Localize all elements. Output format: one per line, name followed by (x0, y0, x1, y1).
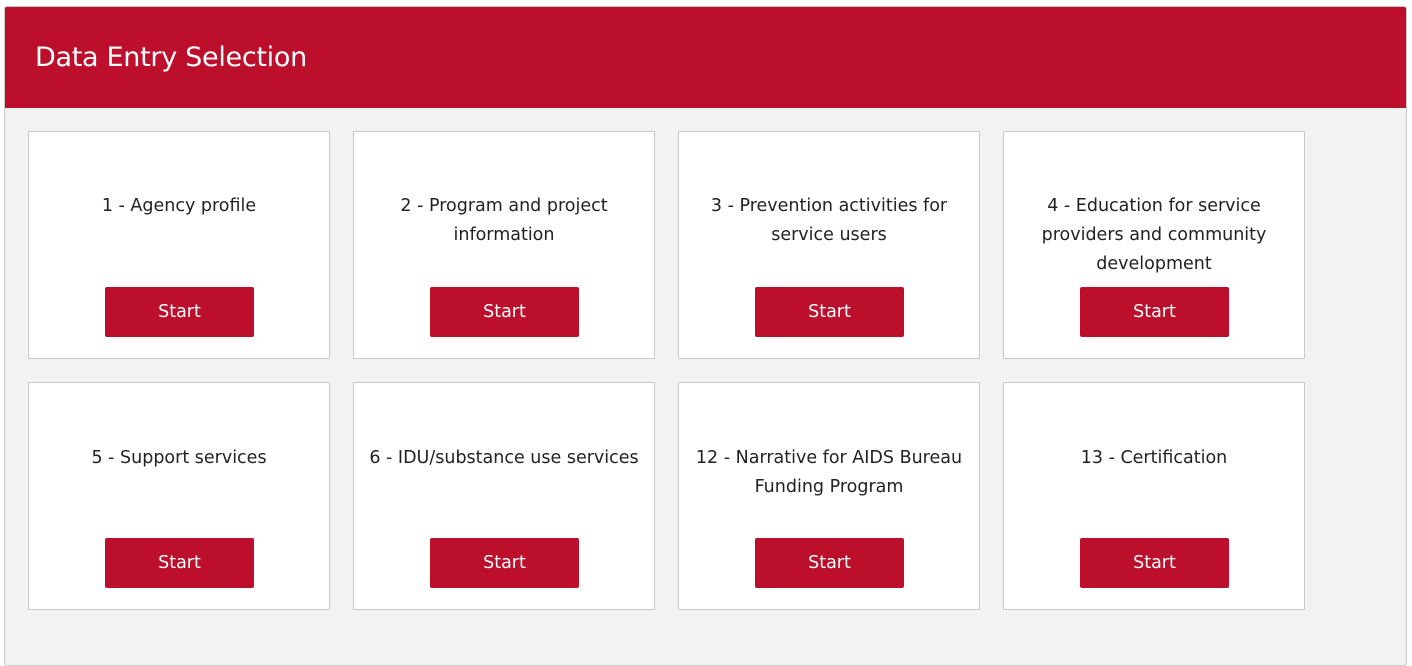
start-button-prevention-activities[interactable]: Start (755, 287, 904, 337)
card-certification: 13 - Certification Start (1003, 382, 1305, 610)
card-narrative-aids-bureau: 12 - Narrative for AIDS Bureau Funding P… (678, 382, 980, 610)
card-label: 13 - Certification (1080, 448, 1228, 468)
panel-header: Data Entry Selection (5, 7, 1406, 108)
panel-title: Data Entry Selection (35, 42, 307, 73)
start-button-narrative-aids-bureau[interactable]: Start (755, 538, 904, 588)
card-label: 12 - Narrative for AIDS Bureau Funding P… (695, 448, 963, 497)
start-button-certification[interactable]: Start (1080, 538, 1229, 588)
card-idu-substance-use-services: 6 - IDU/substance use services Start (353, 382, 655, 610)
card-agency-profile: 1 - Agency profile Start (28, 131, 330, 359)
start-button-support-services[interactable]: Start (105, 538, 254, 588)
card-label: 4 - Education for service providers and … (1041, 196, 1267, 274)
start-button-idu-substance-use-services[interactable]: Start (430, 538, 579, 588)
start-button-education-community-development[interactable]: Start (1080, 287, 1229, 337)
card-label: 6 - IDU/substance use services (369, 448, 639, 468)
card-label: 2 - Program and project information (400, 196, 608, 245)
card-label: 3 - Prevention activities for service us… (710, 196, 948, 245)
card-prevention-activities: 3 - Prevention activities for service us… (678, 131, 980, 359)
card-label: 5 - Support services (91, 448, 267, 468)
start-button-agency-profile[interactable]: Start (105, 287, 254, 337)
card-education-community-development: 4 - Education for service providers and … (1003, 131, 1305, 359)
card-program-project-information: 2 - Program and project information Star… (353, 131, 655, 359)
start-button-program-project-information[interactable]: Start (430, 287, 579, 337)
card-label: 1 - Agency profile (101, 196, 257, 216)
data-entry-panel: Data Entry Selection 1 - Agency profile … (4, 6, 1407, 666)
card-support-services: 5 - Support services Start (28, 382, 330, 610)
